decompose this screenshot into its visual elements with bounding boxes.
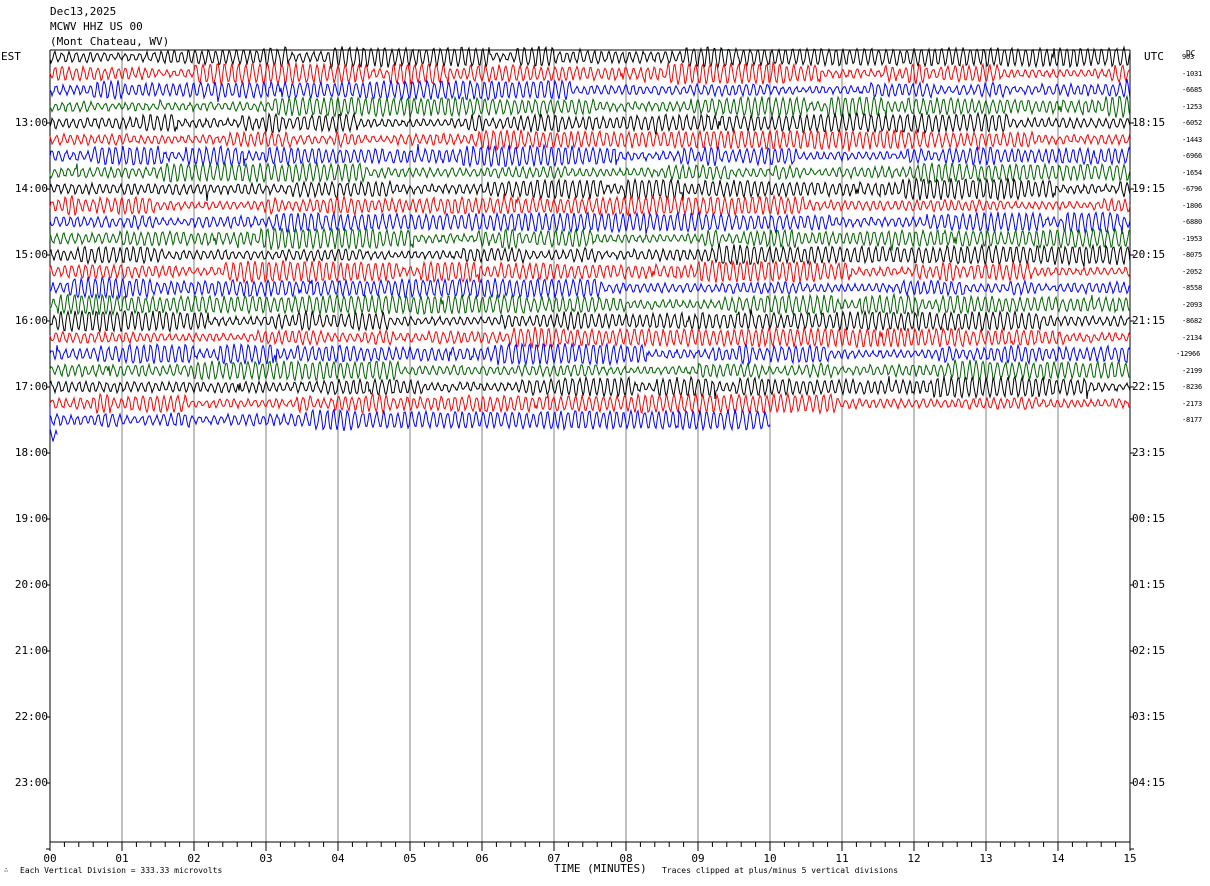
right-hour-label: 18:15 xyxy=(1132,116,1166,129)
x-tick-label-06: 06 xyxy=(475,852,489,865)
dc-offset-label: -6052 xyxy=(1182,119,1203,127)
dc-offset-label: 903 xyxy=(1182,53,1195,61)
dc-offset-label: -8682 xyxy=(1182,317,1203,325)
left-timezone-label: EST xyxy=(1,50,21,63)
dc-offset-label: -1953 xyxy=(1182,234,1203,243)
right-hour-label: 22:15 xyxy=(1132,380,1166,393)
right-hour-label: 20:15 xyxy=(1132,248,1166,261)
dc-offset-label: -8177 xyxy=(1182,416,1203,424)
header-date: Dec13,2025 xyxy=(50,5,117,18)
trace-blue xyxy=(49,276,1131,300)
scale-note: Each Vertical Division = 333.33 microvol… xyxy=(20,866,223,875)
right-hour-label: 21:15 xyxy=(1132,314,1166,327)
right-hour-label: 03:15 xyxy=(1132,710,1166,723)
trace-black xyxy=(49,111,1131,136)
dc-offset-label: -6685 xyxy=(1182,86,1203,94)
x-tick-label-05: 05 xyxy=(403,852,417,865)
left-hour-label: 18:00 xyxy=(14,446,48,459)
dc-offset-label: -8236 xyxy=(1182,383,1203,391)
trace-black xyxy=(49,243,1131,267)
left-hour-label: 13:00 xyxy=(14,116,48,129)
seismic-traces xyxy=(49,45,1131,442)
x-tick-label-04: 04 xyxy=(331,852,345,865)
dc-offset-label: -1443 xyxy=(1182,135,1203,144)
x-tick-label-03: 03 xyxy=(259,852,273,865)
right-hour-label: 04:15 xyxy=(1132,776,1166,789)
right-hour-label: 00:15 xyxy=(1132,512,1166,525)
x-tick-label-11: 11 xyxy=(835,852,849,865)
left-hour-label: 23:00 xyxy=(14,776,48,789)
dc-offset-label: -6880 xyxy=(1182,218,1203,226)
trace-green xyxy=(49,226,1131,251)
x-axis-label: TIME (MINUTES) xyxy=(554,862,647,875)
trace-red xyxy=(49,392,1131,416)
dc-offset-label: -2052 xyxy=(1182,267,1203,276)
dc-offset-label: -1654 xyxy=(1182,168,1203,177)
left-hour-label: 21:00 xyxy=(14,644,48,657)
x-tick-label-14: 14 xyxy=(1051,852,1065,865)
right-hour-label: 23:15 xyxy=(1132,446,1166,459)
trace-red xyxy=(49,61,1131,86)
dc-offset-label: -2199 xyxy=(1182,366,1203,375)
x-tick-label-13: 13 xyxy=(979,852,993,865)
trace-blue xyxy=(49,143,1131,169)
dc-offset-label: -2173 xyxy=(1182,399,1203,408)
right-timezone-label: UTC xyxy=(1144,50,1164,63)
dc-offset-label: -8558 xyxy=(1182,284,1203,292)
left-hour-label: 15:00 xyxy=(14,248,48,261)
left-hour-label: 17:00 xyxy=(14,380,48,393)
helicorder-plot xyxy=(46,45,1134,851)
dc-offset-label: -8075 xyxy=(1182,251,1203,259)
logo-mark: ∴ xyxy=(4,866,9,874)
left-hour-label: 16:00 xyxy=(14,314,48,327)
clip-note: Traces clipped at plus/minus 5 vertical … xyxy=(662,866,899,875)
header-station: MCWV HHZ US 00 xyxy=(50,20,143,33)
x-tick-label-00: 00 xyxy=(43,852,57,865)
left-hour-label: 14:00 xyxy=(14,182,48,195)
x-tick-label-01: 01 xyxy=(115,852,129,865)
dc-offset-label: -6966 xyxy=(1182,152,1203,160)
x-tick-label-09: 09 xyxy=(691,852,705,865)
trace-red xyxy=(49,326,1131,349)
trace-black xyxy=(49,176,1131,202)
right-hour-label: 01:15 xyxy=(1132,578,1166,591)
left-hour-label: 19:00 xyxy=(14,512,48,525)
x-tick-label-02: 02 xyxy=(187,852,201,865)
dc-offset-label: -2093 xyxy=(1182,300,1203,309)
right-hour-label: 19:15 xyxy=(1132,182,1166,195)
x-tick-label-10: 10 xyxy=(763,852,777,865)
trace-red xyxy=(49,259,1131,284)
trace-green xyxy=(49,94,1131,119)
dc-offset-label: -1031 xyxy=(1182,69,1203,78)
dc-offset-label: -2134 xyxy=(1182,333,1203,342)
trace-black xyxy=(49,375,1131,400)
dc-offset-label: -1253 xyxy=(1182,102,1203,111)
x-tick-label-12: 12 xyxy=(907,852,921,865)
left-hour-label: 22:00 xyxy=(14,710,48,723)
trace-green xyxy=(49,292,1131,317)
dc-offset-label: -1806 xyxy=(1182,201,1203,210)
dc-offset-label: -12966 xyxy=(1176,350,1201,358)
trace-red xyxy=(49,128,1131,152)
right-hour-label: 02:15 xyxy=(1132,644,1166,657)
x-tick-label-15: 15 xyxy=(1123,852,1137,865)
left-hour-label: 20:00 xyxy=(14,578,48,591)
header-location: (Mont Chateau, WV) xyxy=(50,35,170,48)
trace-green xyxy=(49,161,1131,185)
trace-blue xyxy=(49,78,1131,103)
time-axis xyxy=(46,122,1134,851)
dc-offset-label: -6796 xyxy=(1182,185,1203,193)
trace-black xyxy=(49,45,1131,70)
